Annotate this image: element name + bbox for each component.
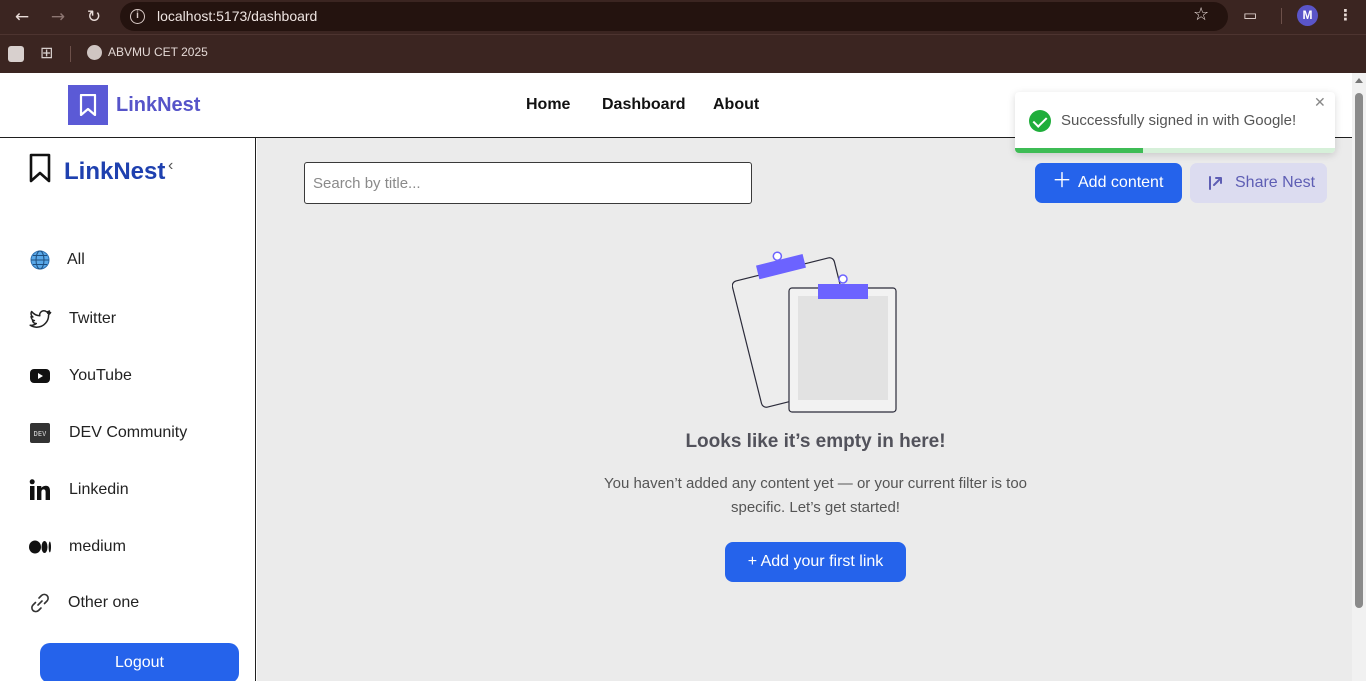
tab-search-icon[interactable]: ▭ — [1243, 6, 1257, 24]
toast-progress-bar — [1015, 148, 1143, 153]
share-nest-button[interactable]: Share Nest — [1190, 163, 1327, 203]
site-info-icon[interactable]: i — [130, 9, 145, 24]
empty-state-title: Looks like it’s empty in here! — [685, 431, 946, 452]
logout-button[interactable]: Logout — [40, 643, 239, 681]
empty-state-description: You haven’t added any content yet — or y… — [603, 475, 1028, 516]
menu-kebab-icon[interactable]: ⋮ — [1338, 6, 1353, 24]
close-icon[interactable]: ✕ — [1314, 94, 1326, 111]
toast-message: Successfully signed in with Google! — [1061, 112, 1297, 129]
plus-icon: ＋ — [1052, 170, 1072, 192]
sidebar-item-all[interactable]: All — [26, 245, 236, 275]
sidebar-item-label: DEV Community — [69, 424, 188, 441]
apps-grid-icon[interactable]: ⊞ — [40, 43, 53, 63]
forward-icon[interactable]: → — [45, 4, 71, 30]
toast-progress-track — [1015, 148, 1335, 153]
sidebar-item-other[interactable]: Other one — [26, 588, 236, 618]
sidebar-brand: LinkNest — [64, 158, 166, 185]
bookmark-divider — [70, 46, 71, 62]
sidebar-item-label: medium — [69, 538, 126, 555]
bookmark-favicon — [87, 45, 102, 60]
main-content: ＋ Add content Share Nest Looks like it’s… — [257, 138, 1352, 681]
linkedin-icon — [29, 479, 50, 500]
logo-bookmark-icon[interactable] — [68, 85, 108, 125]
globe-icon — [30, 250, 50, 270]
url-text: localhost:5173/dashboard — [157, 8, 318, 24]
success-toast: Successfully signed in with Google! ✕ — [1015, 92, 1335, 153]
address-bar[interactable]: i localhost:5173/dashboard — [120, 2, 1228, 31]
add-content-button[interactable]: ＋ Add content — [1035, 163, 1182, 203]
bookmarks-bar: ⊞ ABVMU CET 2025 — [0, 34, 1366, 73]
svg-text:DEV: DEV — [34, 430, 47, 438]
nav-home-link[interactable]: Home — [526, 96, 570, 114]
toolbar-divider — [1281, 8, 1282, 24]
nav-dashboard-link[interactable]: Dashboard — [602, 96, 686, 114]
back-icon[interactable]: ← — [9, 4, 35, 30]
link-icon — [31, 593, 49, 613]
sidebar-item-label: Twitter — [69, 310, 117, 327]
add-first-link-button[interactable]: + Add your first link — [725, 542, 906, 582]
scroll-up-arrow[interactable] — [1355, 78, 1363, 83]
tab-group-icon[interactable] — [8, 46, 24, 62]
sidebar-item-dev[interactable]: DEV DEV Community — [26, 418, 236, 448]
search-input[interactable] — [304, 162, 752, 204]
sidebar-item-label: YouTube — [69, 367, 132, 384]
bookmark-star-icon[interactable]: ☆ — [1193, 4, 1209, 25]
share-nest-label: Share Nest — [1235, 174, 1316, 191]
nav-about-link[interactable]: About — [713, 96, 759, 114]
sidebar-item-label: All — [67, 251, 85, 268]
youtube-icon — [30, 369, 50, 383]
check-circle-icon — [1029, 110, 1051, 132]
profile-avatar[interactable]: M — [1297, 5, 1318, 26]
sidebar: LinkNest ‹ All Twitter YouTube DEV DEV C… — [0, 138, 256, 681]
twitter-icon — [29, 309, 52, 328]
dev-icon: DEV — [30, 423, 50, 443]
collapse-chevron-icon[interactable]: ‹ — [168, 157, 173, 175]
scroll-thumb[interactable] — [1355, 93, 1363, 608]
reload-icon[interactable]: ↻ — [81, 4, 107, 30]
medium-icon — [29, 540, 51, 554]
browser-toolbar: ← → ↻ i localhost:5173/dashboard ☆ ▭ M ⋮ — [0, 0, 1366, 34]
bookmark-icon — [29, 153, 51, 183]
sidebar-item-label: Linkedin — [69, 481, 129, 498]
sidebar-item-youtube[interactable]: YouTube — [26, 361, 236, 391]
bookmark-item[interactable]: ABVMU CET 2025 — [108, 45, 208, 59]
sidebar-item-linkedin[interactable]: Linkedin — [26, 475, 236, 505]
sidebar-item-label: Other one — [68, 594, 140, 611]
page: LinkNest Home Dashboard About LinkNest ‹… — [0, 73, 1352, 681]
sidebar-item-medium[interactable]: medium — [26, 532, 236, 562]
empty-clipboard-illustration — [732, 251, 897, 413]
sidebar-item-twitter[interactable]: Twitter — [26, 304, 236, 334]
page-scrollbar[interactable] — [1352, 73, 1366, 681]
share-icon — [1209, 176, 1222, 190]
add-content-label: Add content — [1078, 174, 1164, 191]
brand-name[interactable]: LinkNest — [116, 94, 200, 117]
